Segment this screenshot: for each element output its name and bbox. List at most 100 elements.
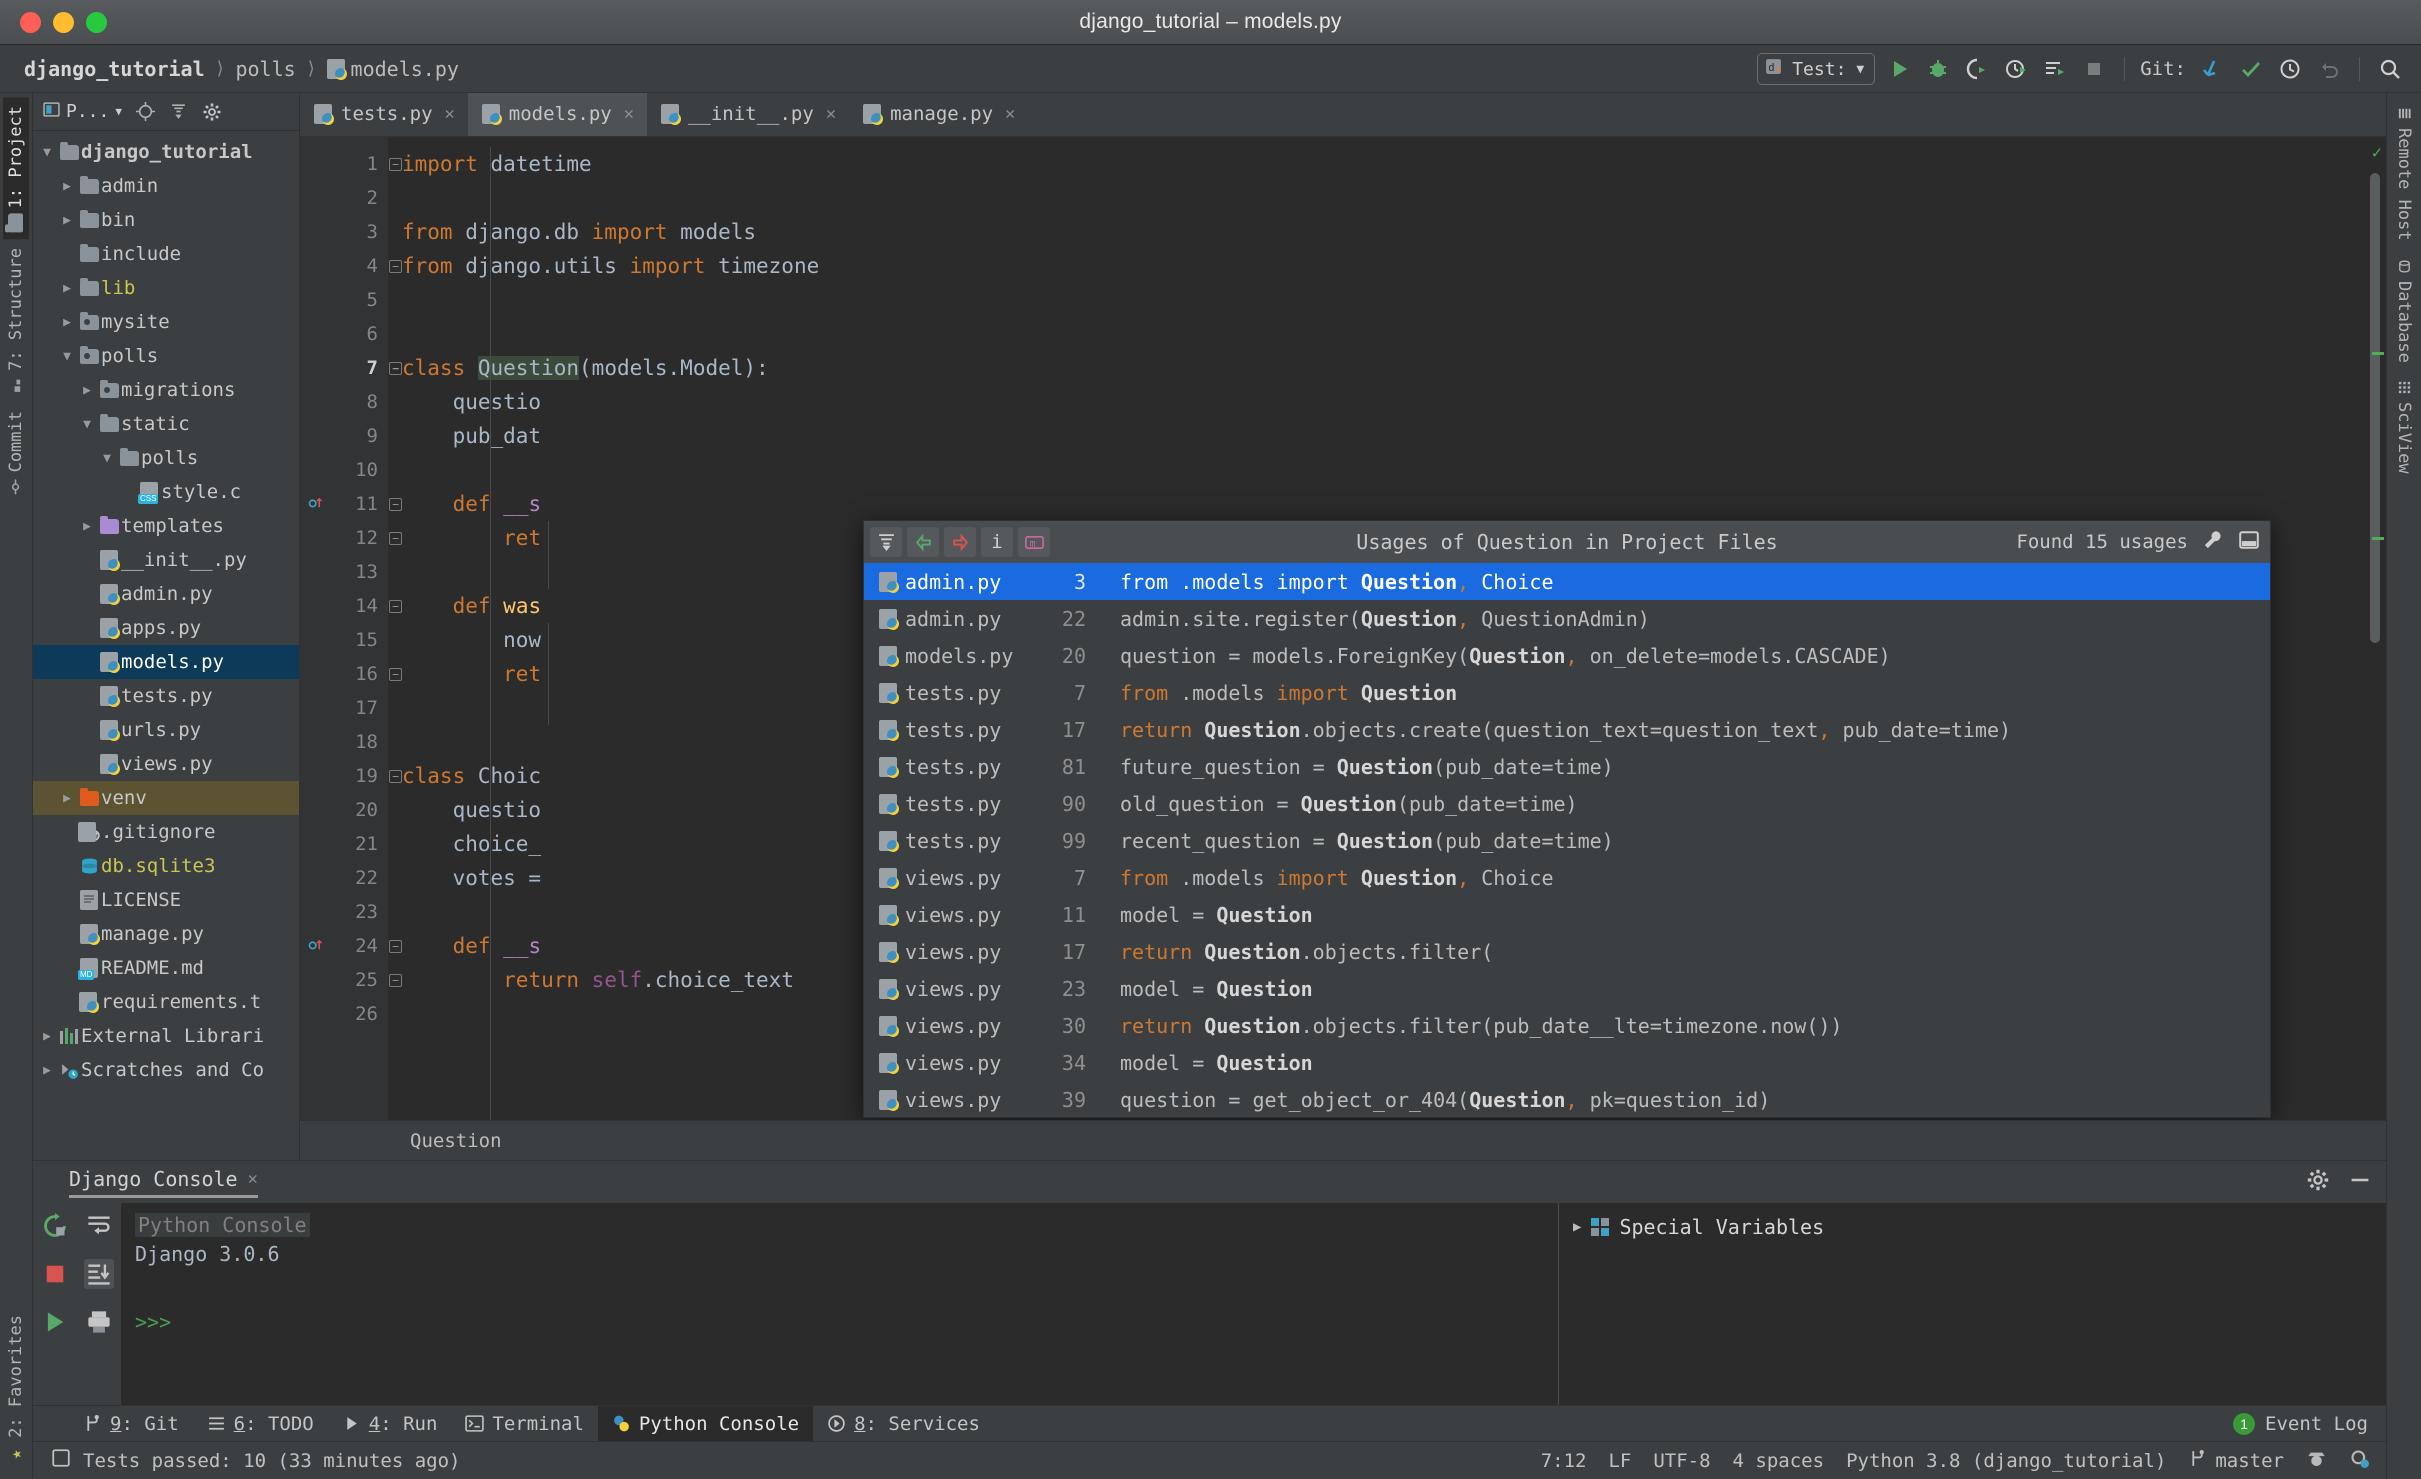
tree-node[interactable]: ▶ templates (33, 509, 299, 543)
print-icon[interactable] (84, 1307, 114, 1337)
usage-row[interactable]: tests.py 81 future_question = Question(pub… (864, 748, 2270, 785)
tree-node[interactable]: ▶ migrations (33, 373, 299, 407)
chevron-right-icon[interactable]: ▶ (57, 179, 77, 194)
tree-node[interactable]: tests.py (33, 679, 299, 713)
python-interpreter[interactable]: Python 3.8 (django_tutorial) (1846, 1450, 2166, 1472)
open-in-tool-window-icon[interactable] (2238, 529, 2260, 556)
chevron-right-icon[interactable]: ▶ (57, 213, 77, 228)
line-number[interactable]: 25− (300, 963, 402, 997)
line-number-gutter[interactable]: 1−2 3 4−5 6 7−8 9 10 11−12−13 14−15 16−17 18 19−20 2… (300, 137, 402, 1120)
run-configuration-selector[interactable]: d Test: ▼ (1757, 53, 1876, 85)
tree-node[interactable]: ▶ lib (33, 271, 299, 305)
git-update-icon[interactable] (2197, 54, 2227, 84)
usage-row[interactable]: views.py 7 from .models import Question, C… (864, 859, 2270, 896)
stop-icon[interactable] (40, 1259, 70, 1289)
toolwindow-button-git[interactable]: 9: Git (69, 1406, 193, 1442)
usage-row[interactable]: admin.py 3 from .models import Question, C… (864, 563, 2270, 600)
tree-node[interactable]: urls.py (33, 713, 299, 747)
execute-icon[interactable] (40, 1307, 70, 1337)
usages-list[interactable]: admin.py 3 from .models import Question, C… (864, 563, 2270, 1117)
scrollbar-thumb[interactable] (2370, 173, 2380, 643)
usage-row[interactable]: views.py 23 model = Question (864, 970, 2270, 1007)
next-occurrence-icon[interactable] (944, 527, 976, 557)
special-variables-pane[interactable]: ▶ Special Variables (1558, 1203, 2386, 1405)
breadcrumb-item-polls[interactable]: polls (229, 55, 301, 83)
hide-icon[interactable] (2348, 1168, 2372, 1196)
chevron-down-icon[interactable]: ▼ (115, 105, 122, 118)
line-separator[interactable]: LF (1608, 1450, 1631, 1472)
editor-tab-manage-py[interactable]: manage.py ✕ (849, 93, 1028, 136)
chevron-down-icon[interactable]: ▼ (97, 451, 117, 466)
override-method-icon[interactable] (308, 937, 323, 952)
line-number[interactable]: 11− (300, 487, 402, 521)
line-number[interactable]: 12− (300, 521, 402, 555)
tree-node[interactable]: views.py (33, 747, 299, 781)
settings-icon[interactable] (2349, 1448, 2370, 1474)
usage-row[interactable]: views.py 30 return Question.objects.filter… (864, 1007, 2270, 1044)
toolwindow-button-python-console[interactable]: Python Console (597, 1405, 814, 1442)
soft-wrap-icon[interactable] (84, 1211, 114, 1241)
line-number[interactable]: 1− (300, 147, 402, 181)
breadcrumb-item-file[interactable]: models.py (321, 55, 465, 83)
run-with-console-icon[interactable] (2040, 54, 2070, 84)
sidebar-item-commit[interactable]: Commit (3, 402, 29, 503)
file-encoding[interactable]: UTF-8 (1653, 1450, 1710, 1472)
tree-node[interactable]: ▼ polls (33, 339, 299, 373)
toolwindow-button-run[interactable]: 4: Run (328, 1406, 452, 1442)
usage-row[interactable]: views.py 17 return Question.objects.filter… (864, 933, 2270, 970)
locate-icon[interactable] (135, 102, 155, 121)
event-log-label[interactable]: Event Log (2265, 1413, 2368, 1435)
line-number[interactable]: 10 (300, 453, 388, 487)
previous-occurrence-icon[interactable] (907, 527, 939, 557)
line-number[interactable]: 5 (300, 283, 388, 317)
tree-node[interactable]: models.py (33, 645, 299, 679)
sidebar-item-structure[interactable]: 7: Structure (3, 239, 29, 402)
usage-row[interactable]: tests.py 17 return Question.objects.create… (864, 711, 2270, 748)
line-number[interactable]: 6 (300, 317, 388, 351)
editor-scrollbar[interactable] (2370, 173, 2380, 1120)
editor-tab-models-py[interactable]: models.py ✕ (467, 93, 647, 136)
toolwindow-button-services[interactable]: 8: Services (813, 1406, 994, 1442)
line-number[interactable]: 2 (300, 181, 388, 215)
tree-node[interactable]: ▼ static (33, 407, 299, 441)
tree-node[interactable]: CSS style.c (33, 475, 299, 509)
close-icon[interactable]: ✕ (826, 104, 836, 124)
line-number[interactable]: 8 (300, 385, 388, 419)
analysis-marker[interactable] (2372, 352, 2384, 355)
close-icon[interactable]: ✕ (445, 104, 455, 124)
chevron-right-icon[interactable]: ▶ (37, 1063, 57, 1078)
run-icon[interactable] (1884, 54, 1914, 84)
sidebar-item-database[interactable]: Database (2391, 250, 2417, 372)
sidebar-item-sciview[interactable]: SciView (2391, 371, 2417, 483)
close-icon[interactable]: ✕ (248, 1169, 258, 1189)
tree-node[interactable]: apps.py (33, 611, 299, 645)
tree-node[interactable]: .gitignore (33, 815, 299, 849)
chevron-right-icon[interactable]: ▶ (57, 281, 77, 296)
tree-node[interactable]: db.sqlite3 (33, 849, 299, 883)
usage-row[interactable]: models.py 20 question = models.ForeignKey(… (864, 637, 2270, 674)
group-by-module-icon[interactable]: m (1018, 527, 1050, 557)
event-log-group[interactable]: 1 Event Log (2233, 1412, 2368, 1435)
chevron-down-icon[interactable]: ▼ (77, 417, 97, 432)
chevron-right-icon[interactable]: ▶ (77, 383, 97, 398)
tree-node[interactable]: MD README.md (33, 951, 299, 985)
line-number[interactable]: 26 (300, 997, 388, 1031)
breadcrumb-item-project[interactable]: django_tutorial (18, 55, 211, 83)
line-number[interactable]: 22 (300, 861, 388, 895)
tree-node[interactable]: ▶ bin (33, 203, 299, 237)
inspection-ok-icon[interactable]: ✓ (2372, 143, 2382, 163)
usage-row[interactable]: tests.py 7 from .models import Question (864, 674, 2270, 711)
tree-node[interactable]: admin.py (33, 577, 299, 611)
scroll-to-end-icon[interactable] (84, 1259, 114, 1289)
line-number[interactable]: 19− (300, 759, 402, 793)
sidebar-item-project[interactable]: 1: Project (3, 97, 29, 240)
line-number[interactable]: 23 (300, 895, 388, 929)
project-view-selector[interactable]: P... ▼ (43, 101, 122, 123)
tree-node[interactable]: ▶ External Librari (33, 1019, 299, 1053)
git-commit-icon[interactable] (2236, 54, 2266, 84)
debug-icon[interactable] (1923, 54, 1953, 84)
chevron-right-icon[interactable]: ▶ (57, 315, 77, 330)
usage-row[interactable]: views.py 34 model = Question (864, 1044, 2270, 1081)
tree-node[interactable]: ▶ Scratches and Co (33, 1053, 299, 1087)
tree-node[interactable]: __init__.py (33, 543, 299, 577)
